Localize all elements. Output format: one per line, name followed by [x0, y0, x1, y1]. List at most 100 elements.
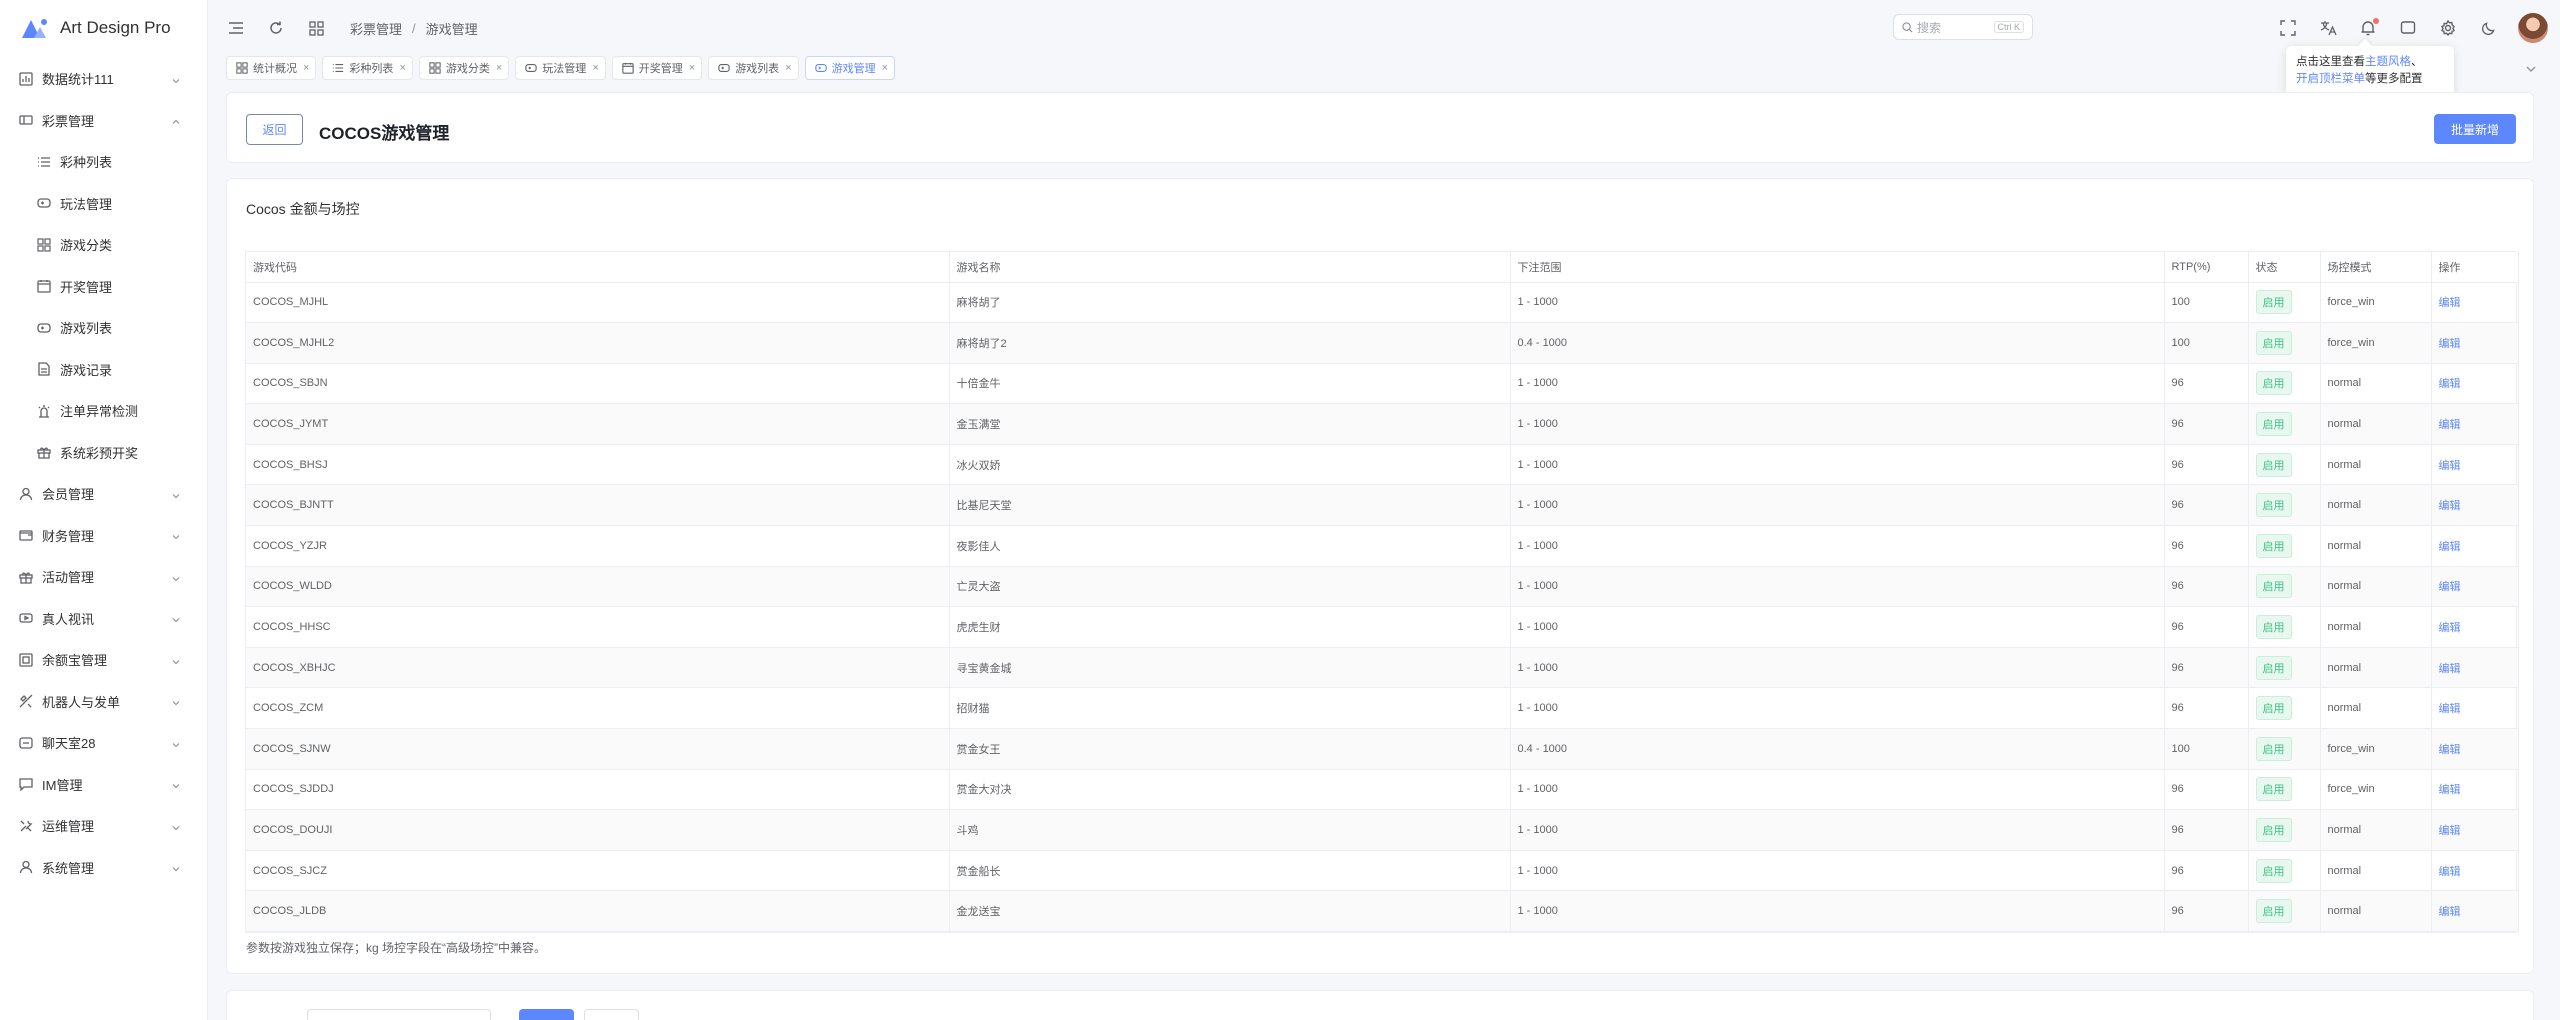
close-icon[interactable]: ×: [303, 62, 309, 74]
worktab-label: 游戏管理: [831, 63, 876, 75]
theme-style-link[interactable]: 主题风格: [2365, 56, 2411, 68]
edit-link[interactable]: 编辑: [2439, 866, 2461, 878]
sidebar-item-label: 会员管理: [42, 487, 95, 503]
edit-link[interactable]: 编辑: [2439, 338, 2461, 350]
cell-text: 1 - 1000: [1517, 418, 1558, 431]
cell-text: normal: [2327, 458, 2362, 471]
cell-range: 1 - 1000: [1510, 606, 2165, 648]
list-icon: [332, 62, 344, 74]
dark-mode-moon-icon[interactable]: [2478, 18, 2498, 38]
footnote: 参数按游戏独立保存；kg 场控字段在“高级场控”中兼容。: [246, 941, 547, 955]
search-input[interactable]: 搜索 Ctrl K: [1893, 14, 2033, 40]
cell-status: 启用: [2248, 850, 2321, 892]
sidebar-item[interactable]: 财务管理: [0, 515, 207, 557]
worktab[interactable]: 玩法管理 ×: [515, 56, 606, 80]
worktab[interactable]: 游戏管理 ×: [804, 56, 896, 80]
edit-link[interactable]: 编辑: [2439, 906, 2461, 918]
edit-link[interactable]: 编辑: [2439, 297, 2461, 309]
translate-icon[interactable]: [2318, 18, 2338, 38]
batch-add-button[interactable]: 批量新增: [2434, 114, 2516, 144]
chevron-down-icon: [171, 862, 181, 872]
sidebar-item[interactable]: 系统彩预开奖: [0, 432, 207, 474]
sidebar-item[interactable]: 系统管理: [0, 847, 207, 889]
bottom-default-button[interactable]: [584, 1009, 639, 1020]
sidebar-item[interactable]: 开奖管理: [0, 266, 207, 308]
sidebar-item[interactable]: 机器人与发单: [0, 681, 207, 723]
sidebar-item[interactable]: 运维管理: [0, 805, 207, 847]
close-icon[interactable]: ×: [882, 62, 888, 74]
tools-icon: [18, 818, 34, 834]
chat-icon[interactable]: [2398, 18, 2418, 38]
edit-link[interactable]: 编辑: [2439, 460, 2461, 472]
worktab[interactable]: 彩种列表 ×: [322, 56, 413, 80]
sidebar-item[interactable]: 聊天室28: [0, 722, 207, 764]
sidebar-item[interactable]: 余额宝管理: [0, 639, 207, 681]
edit-link[interactable]: 编辑: [2439, 581, 2461, 593]
sidebar-item[interactable]: 彩种列表: [0, 141, 207, 183]
sidebar-item-label: 机器人与发单: [42, 694, 121, 710]
user-avatar[interactable]: [2518, 13, 2548, 43]
edit-link[interactable]: 编辑: [2439, 744, 2461, 756]
edit-link[interactable]: 编辑: [2439, 663, 2461, 675]
worktab[interactable]: 统计概况 ×: [226, 56, 317, 80]
sidebar-item[interactable]: 彩票管理: [0, 100, 207, 142]
top-menu-link[interactable]: 开启顶栏菜单: [2296, 73, 2365, 85]
close-icon[interactable]: ×: [496, 62, 502, 74]
brand[interactable]: Art Design Pro: [0, 0, 207, 56]
notification-bell-icon[interactable]: [2358, 18, 2379, 38]
edit-link[interactable]: 编辑: [2439, 419, 2461, 431]
cell-text: 96: [2171, 905, 2184, 918]
sidebar-item[interactable]: 游戏列表: [0, 307, 207, 349]
cell-text: 96: [2171, 864, 2184, 877]
table-row: COCOS_SJCZ 赏金船长 1 - 1000 96 启用 normal 编辑: [246, 850, 2519, 892]
cell-range: 1 - 1000: [1510, 769, 2165, 811]
apps-icon[interactable]: [304, 16, 328, 40]
sidebar-item[interactable]: IM管理: [0, 764, 207, 806]
cell-rtp: 96: [2164, 403, 2249, 445]
cell-text: 1 - 1000: [1517, 824, 1558, 837]
menu-toggle-icon[interactable]: [224, 16, 248, 40]
cell-text: normal: [2327, 539, 2362, 552]
cell-mode: normal: [2320, 890, 2432, 932]
close-icon[interactable]: ×: [592, 62, 598, 74]
breadcrumb-item[interactable]: 彩票管理: [350, 19, 402, 38]
edit-link[interactable]: 编辑: [2439, 784, 2461, 796]
sidebar-item[interactable]: 活动管理: [0, 556, 207, 598]
cell-status: 启用: [2248, 566, 2321, 608]
cell-text: force_win: [2327, 336, 2375, 349]
table-row: COCOS_XBHJC 寻宝黄金城 1 - 1000 96 启用 normal 编辑: [246, 647, 2519, 689]
edit-link[interactable]: 编辑: [2439, 541, 2461, 553]
worktab[interactable]: 游戏列表 ×: [708, 56, 799, 80]
bottom-primary-button[interactable]: [519, 1009, 574, 1020]
close-icon[interactable]: ×: [399, 62, 405, 74]
sidebar-item[interactable]: 数据统计111: [0, 58, 207, 100]
gift-icon: [18, 569, 34, 585]
sidebar-menu: 数据统计111 彩票管理 彩种列表 玩法管理 游戏分类 开奖管理 游戏列表 游戏记录 注单异常检…: [0, 56, 207, 888]
close-icon[interactable]: ×: [689, 62, 695, 74]
back-button[interactable]: 返回: [246, 114, 303, 145]
sidebar-item[interactable]: 注单异常检测: [0, 390, 207, 432]
edit-link[interactable]: 编辑: [2439, 378, 2461, 390]
edit-link[interactable]: 编辑: [2439, 825, 2461, 837]
refresh-icon[interactable]: [264, 16, 288, 40]
close-icon[interactable]: ×: [785, 62, 791, 74]
fullscreen-icon[interactable]: [2278, 18, 2298, 38]
edit-link[interactable]: 编辑: [2439, 622, 2461, 634]
edit-link[interactable]: 编辑: [2439, 703, 2461, 715]
sidebar-item[interactable]: 真人视讯: [0, 598, 207, 640]
sidebar-item-label: 余额宝管理: [42, 653, 108, 669]
cell-rtp: 96: [2164, 566, 2249, 608]
sidebar-item[interactable]: 会员管理: [0, 473, 207, 515]
sidebar-item[interactable]: 玩法管理: [0, 183, 207, 225]
settings-gear-icon[interactable]: [2438, 18, 2458, 38]
calendar-icon: [36, 278, 52, 294]
bottom-input[interactable]: [307, 1009, 491, 1020]
chevron-down-icon[interactable]: [2522, 60, 2540, 78]
worktab[interactable]: 游戏分类 ×: [418, 56, 510, 80]
worktab[interactable]: 开奖管理 ×: [611, 56, 703, 80]
gift-icon: [36, 444, 52, 460]
sidebar-item[interactable]: 游戏分类: [0, 224, 207, 266]
status-badge: 启用: [2255, 899, 2292, 924]
sidebar-item[interactable]: 游戏记录: [0, 349, 207, 391]
edit-link[interactable]: 编辑: [2439, 500, 2461, 512]
